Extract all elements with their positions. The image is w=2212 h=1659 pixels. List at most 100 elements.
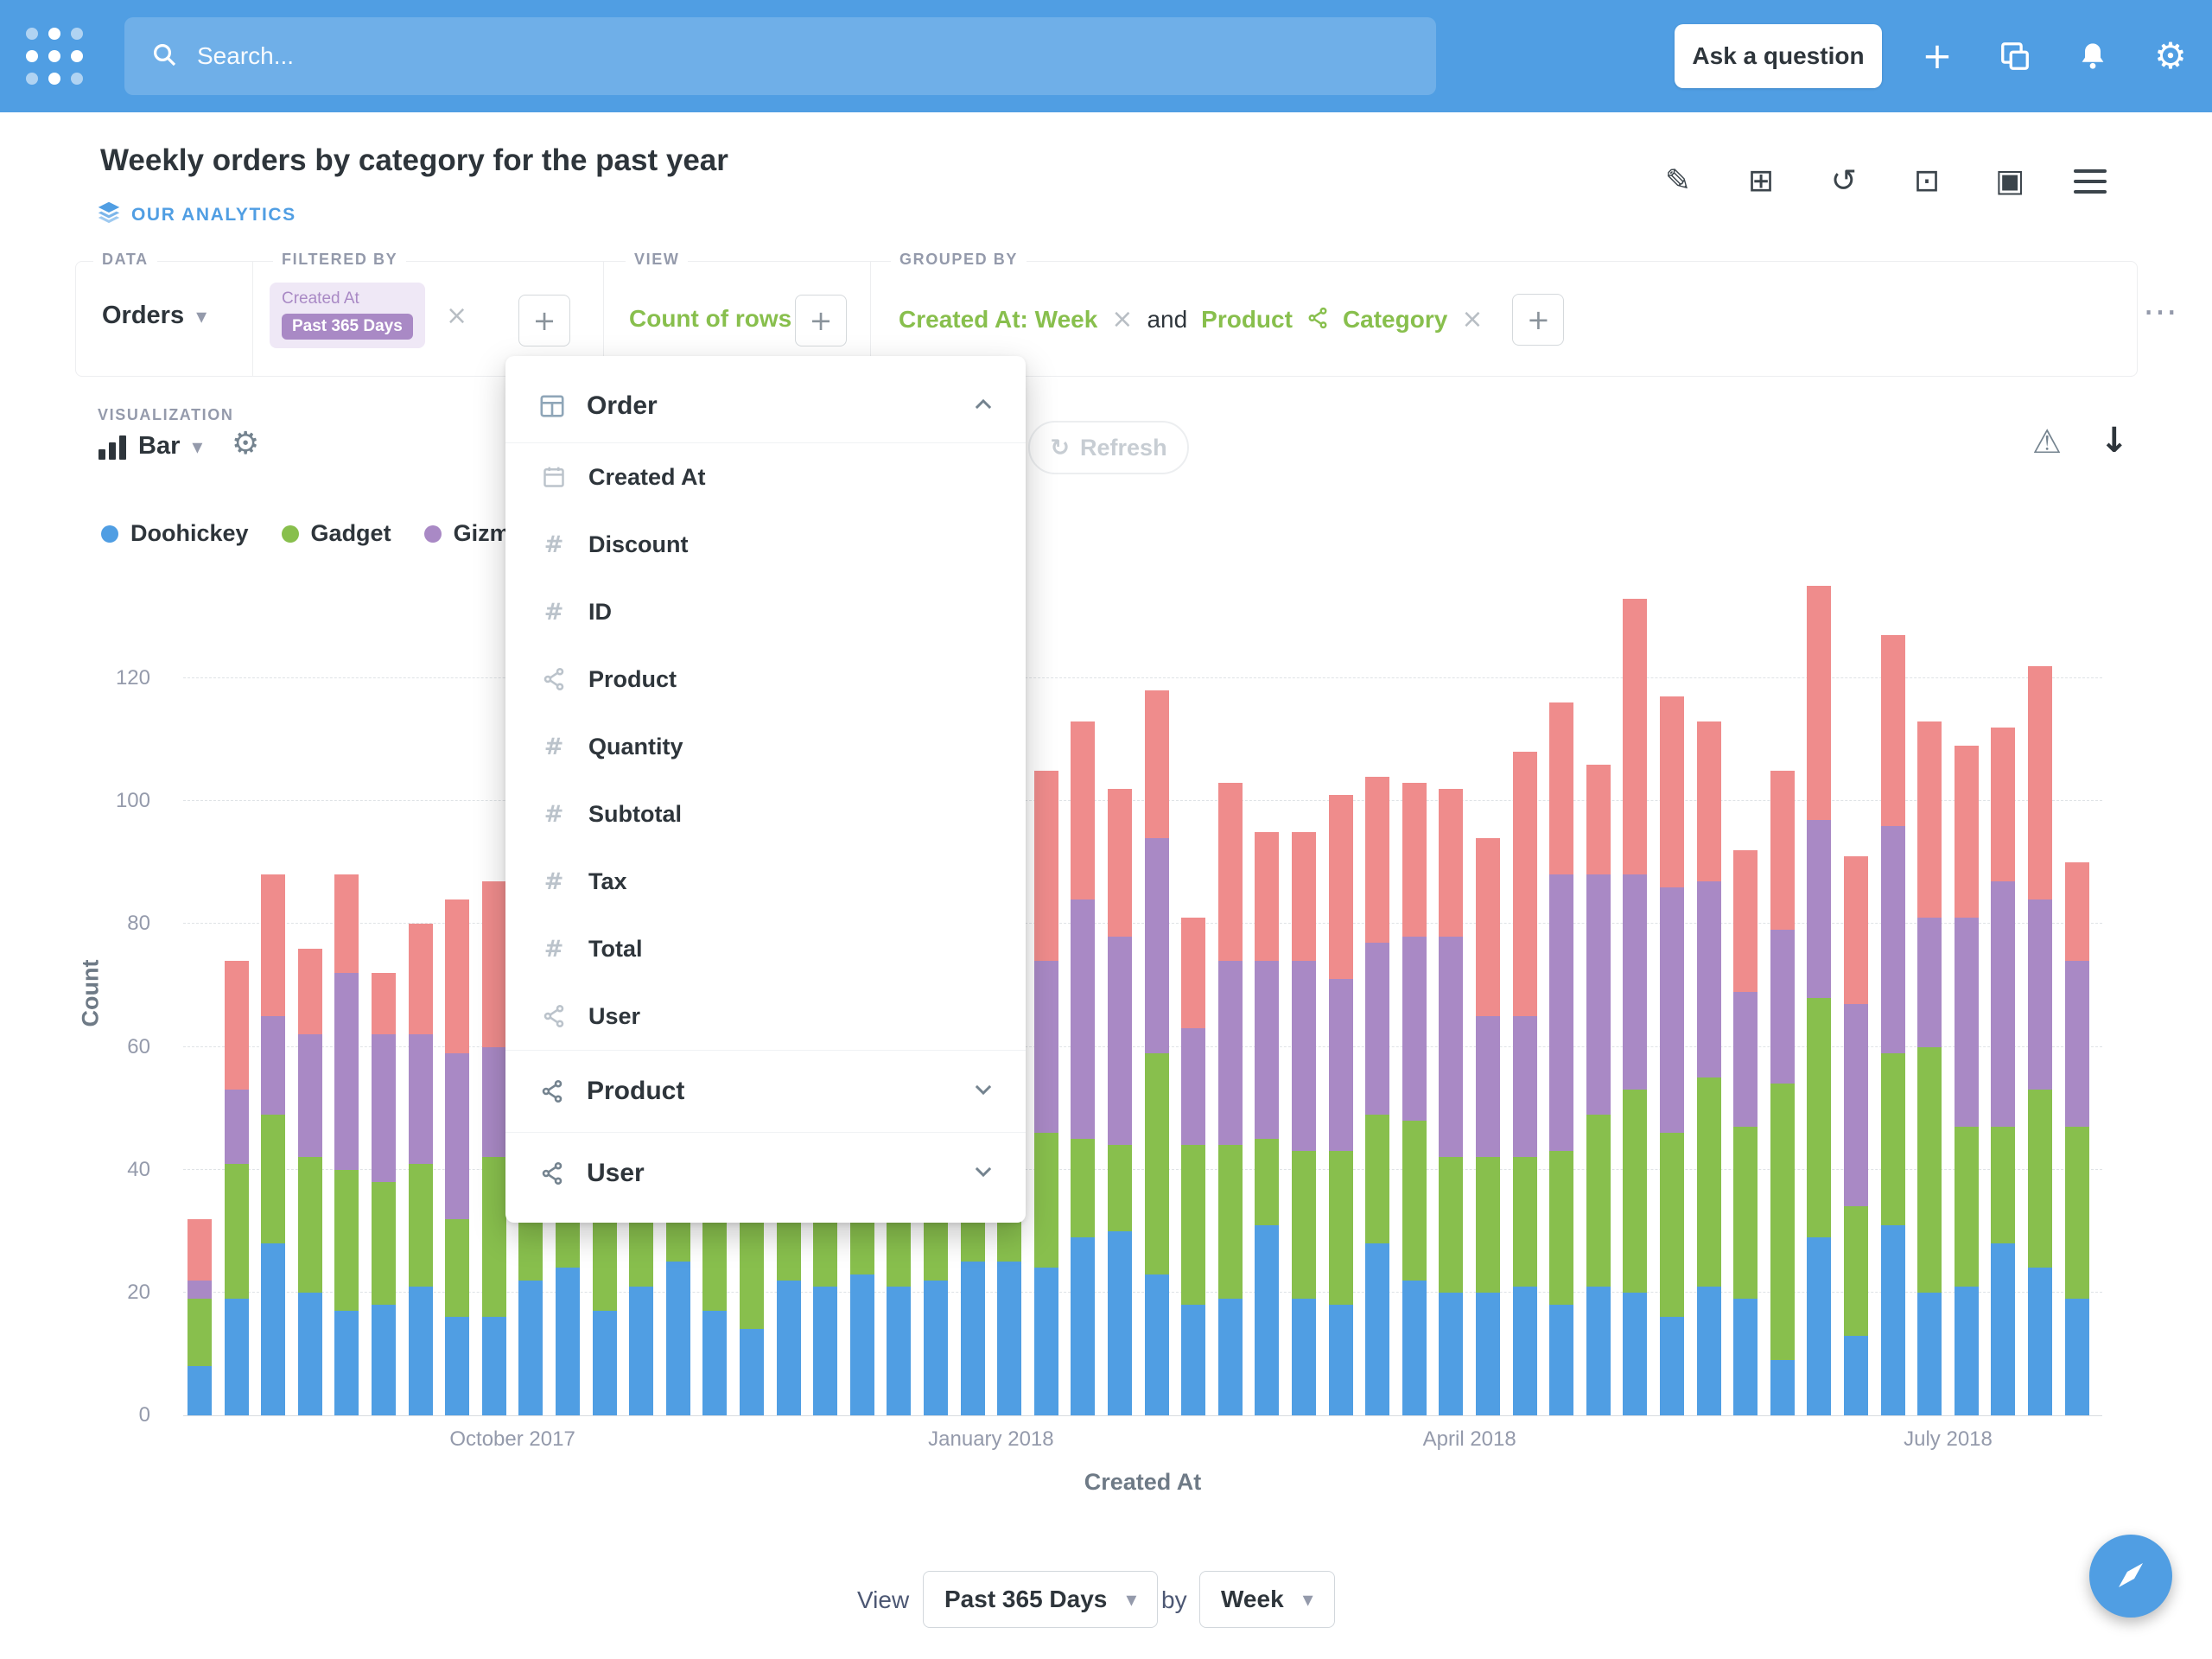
bar-segment-widget[interactable]	[1917, 721, 1942, 918]
bar-segment-doohickey[interactable]	[1365, 1243, 1390, 1415]
bar-segment-gadget[interactable]	[1880, 1052, 1905, 1225]
bar-segment-gadget[interactable]	[1439, 1157, 1464, 1293]
add-filter-button[interactable]: +	[518, 295, 570, 346]
more-options-icon[interactable]: ⋯	[2143, 295, 2177, 329]
bar-segment-widget[interactable]	[1880, 635, 1905, 826]
bar-segment-gizmo[interactable]	[1586, 874, 1611, 1115]
bar-segment-gizmo[interactable]	[1144, 837, 1169, 1053]
remove-breakout-icon[interactable]: ×	[1111, 307, 1133, 333]
bar-segment-widget[interactable]	[2064, 862, 2089, 961]
bar-segment-doohickey[interactable]	[1144, 1274, 1169, 1415]
bar-segment-gadget[interactable]	[372, 1181, 396, 1306]
bar-segment-gadget[interactable]	[1623, 1090, 1648, 1293]
bar-segment-widget[interactable]	[1660, 696, 1684, 887]
bar-segment-gadget[interactable]	[1144, 1052, 1169, 1274]
bar-segment-gadget[interactable]	[1217, 1145, 1243, 1299]
compass-fab-button[interactable]	[2089, 1535, 2172, 1618]
field-item-quantity[interactable]: # Quantity	[505, 713, 1026, 780]
field-item-total[interactable]: # Total	[505, 915, 1026, 982]
bar-segment-doohickey[interactable]	[1954, 1286, 1979, 1415]
bar-segment-gizmo[interactable]	[481, 1046, 506, 1158]
bar-segment-widget[interactable]	[445, 899, 470, 1053]
bar-segment-gizmo[interactable]	[224, 1090, 249, 1164]
bar-segment-widget[interactable]	[1365, 776, 1390, 943]
bar-segment-widget[interactable]	[1991, 727, 2016, 881]
bar-segment-doohickey[interactable]	[556, 1268, 580, 1415]
bar-segment-gizmo[interactable]	[1880, 825, 1905, 1053]
bar-segment-gizmo[interactable]	[372, 1034, 396, 1182]
bar-segment-widget[interactable]	[1770, 770, 1795, 931]
bar-segment-gadget[interactable]	[224, 1163, 249, 1299]
bar-segment-doohickey[interactable]	[1108, 1230, 1132, 1415]
bar-segment-doohickey[interactable]	[224, 1298, 249, 1415]
bar-segment-doohickey[interactable]	[1660, 1317, 1684, 1415]
field-item-discount[interactable]: # Discount	[505, 511, 1026, 578]
bar-segment-doohickey[interactable]	[1255, 1224, 1280, 1415]
bar-segment-doohickey[interactable]	[2028, 1268, 2052, 1415]
bar-segment-gizmo[interactable]	[1696, 880, 1721, 1078]
bar-segment-doohickey[interactable]	[702, 1311, 728, 1415]
bar-segment-doohickey[interactable]	[445, 1317, 470, 1415]
bar-segment-gizmo[interactable]	[1476, 1015, 1500, 1158]
refresh-button[interactable]: ↻ Refresh	[1028, 421, 1189, 474]
bar-segment-gadget[interactable]	[1071, 1139, 1096, 1237]
history-icon[interactable]: ↺	[1825, 162, 1863, 200]
bar-segment-gadget[interactable]	[1917, 1046, 1942, 1293]
bar-segment-doohickey[interactable]	[960, 1262, 985, 1415]
bar-segment-doohickey[interactable]	[1512, 1286, 1537, 1415]
bar-segment-widget[interactable]	[334, 874, 359, 974]
add-to-dashboard-icon[interactable]: ⊞	[1742, 162, 1780, 200]
bar-segment-doohickey[interactable]	[1770, 1360, 1795, 1415]
date-range-select[interactable]: Past 365 Days ▾	[923, 1571, 1159, 1628]
bar-segment-doohickey[interactable]	[776, 1280, 801, 1415]
bar-segment-gadget[interactable]	[1696, 1077, 1721, 1287]
visualization-settings-gear-icon[interactable]: ⚙	[232, 429, 259, 460]
bar-segment-gizmo[interactable]	[1954, 918, 1979, 1127]
bar-segment-gizmo[interactable]	[1365, 942, 1390, 1115]
bar-segment-widget[interactable]	[1696, 721, 1721, 881]
bar-segment-gizmo[interactable]	[1255, 960, 1280, 1140]
dropdown-section-user[interactable]: User	[505, 1133, 1026, 1214]
bar-segment-widget[interactable]	[372, 973, 396, 1035]
bar-segment-doohickey[interactable]	[813, 1286, 838, 1415]
bar-segment-doohickey[interactable]	[1991, 1243, 2016, 1415]
bar-segment-gadget[interactable]	[1255, 1139, 1280, 1225]
bar-segment-gizmo[interactable]	[1292, 961, 1316, 1152]
legend-item[interactable]: Doohickey	[101, 520, 249, 547]
notifications-bell-icon[interactable]	[2072, 35, 2113, 77]
bar-segment-doohickey[interactable]	[334, 1311, 359, 1415]
bar-segment-doohickey[interactable]	[1844, 1335, 1868, 1415]
bar-segment-widget[interactable]	[1328, 795, 1353, 980]
bar-segment-gizmo[interactable]	[1217, 960, 1243, 1146]
bar-segment-doohickey[interactable]	[887, 1286, 912, 1415]
settings-gear-icon[interactable]: ⚙	[2150, 35, 2191, 77]
data-source-picker[interactable]: Orders ▾	[102, 302, 207, 330]
bar-segment-gizmo[interactable]	[1844, 1003, 1868, 1207]
bar-segment-gadget[interactable]	[1770, 1084, 1795, 1361]
bar-segment-gadget[interactable]	[1807, 997, 1832, 1237]
bar-segment-doohickey[interactable]	[740, 1329, 764, 1415]
bar-segment-gadget[interactable]	[1512, 1157, 1537, 1287]
bar-segment-doohickey[interactable]	[1696, 1286, 1721, 1415]
remove-breakout2-icon[interactable]: ×	[1461, 307, 1483, 333]
bar-segment-widget[interactable]	[1512, 752, 1537, 1016]
bar-segment-gizmo[interactable]	[1991, 880, 2016, 1127]
bar-segment-doohickey[interactable]	[1181, 1305, 1206, 1415]
bar-segment-gadget[interactable]	[1108, 1145, 1132, 1231]
bar-segment-gadget[interactable]	[2028, 1090, 2052, 1268]
bar-segment-gadget[interactable]	[334, 1169, 359, 1312]
bar-segment-widget[interactable]	[1071, 721, 1096, 899]
bar-segment-gizmo[interactable]	[1512, 1015, 1537, 1158]
bar-segment-gadget[interactable]	[1954, 1126, 1979, 1287]
bar-segment-gizmo[interactable]	[1033, 961, 1058, 1134]
bar-segment-doohickey[interactable]	[1917, 1292, 1942, 1415]
bar-segment-gadget[interactable]	[445, 1218, 470, 1318]
bar-segment-gizmo[interactable]	[1328, 979, 1353, 1152]
edit-pencil-icon[interactable]: ✎	[1659, 162, 1697, 200]
field-item-product[interactable]: Product	[505, 645, 1026, 713]
bar-segment-doohickey[interactable]	[1880, 1224, 1905, 1415]
bar-segment-doohickey[interactable]	[1476, 1292, 1500, 1415]
aggregation-pill[interactable]: Count of rows	[629, 305, 791, 333]
add-aggregation-button[interactable]: +	[795, 295, 847, 346]
bar-segment-doohickey[interactable]	[1586, 1286, 1611, 1415]
